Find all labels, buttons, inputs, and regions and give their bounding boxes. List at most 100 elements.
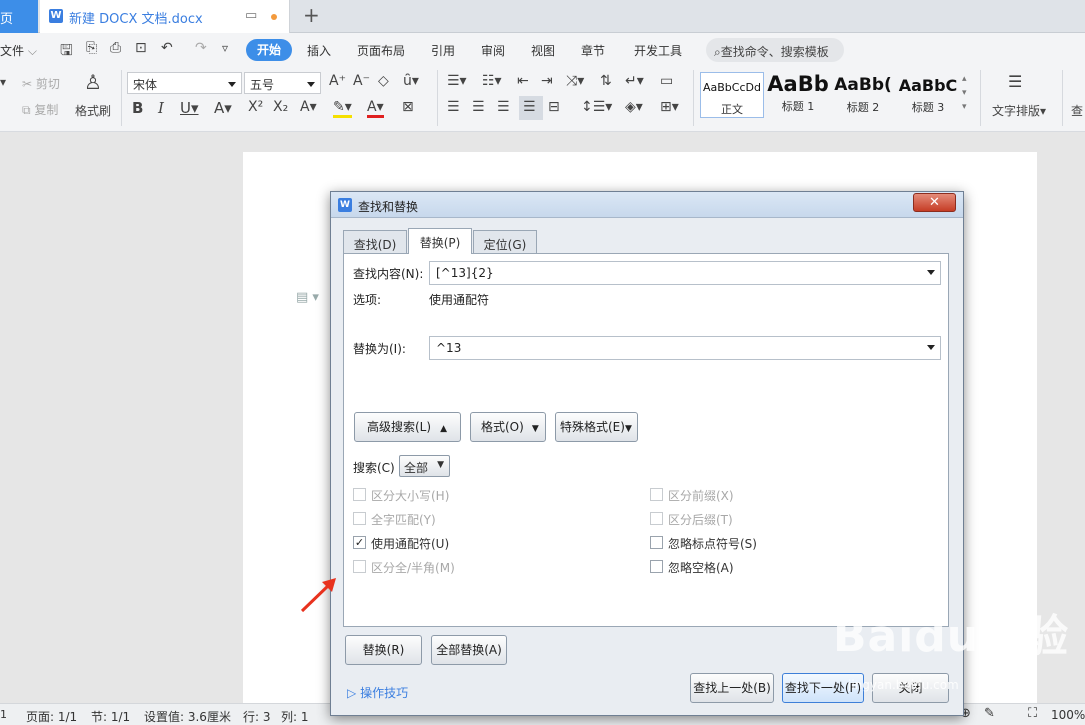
menu-review[interactable]: 审阅 [481, 42, 505, 59]
checkbox-use-wildcards[interactable]: ✓ 使用通配符(U) [353, 536, 553, 551]
pen-icon[interactable]: ✎ [984, 706, 995, 721]
search-scope-select[interactable]: 全部 ▼ [399, 455, 450, 477]
find-button[interactable]: 查 [1071, 102, 1083, 119]
checkbox-box[interactable] [353, 560, 366, 573]
strikethrough-icon[interactable]: A▾ [214, 99, 232, 117]
command-search[interactable]: ⌕查找命令、搜索模板 [706, 38, 844, 62]
checkbox-whole-word[interactable]: 全字匹配(Y) [353, 512, 553, 527]
line-spacing-icon[interactable]: ↕☰▾ [581, 99, 612, 115]
copy-button[interactable]: ⧉ 复制 [22, 101, 58, 118]
format-button[interactable]: 格式(O) ▼ [470, 412, 546, 442]
bold-icon[interactable]: B [132, 99, 143, 117]
text-effect-icon[interactable]: A▾ [300, 99, 317, 115]
format-painter-label[interactable]: 格式刷 [75, 102, 111, 119]
status-setting[interactable]: 设置值: 3.6厘米 [144, 708, 231, 725]
checkbox-box[interactable] [353, 512, 366, 525]
chinese-layout-icon[interactable]: ⤨▾ [566, 73, 584, 89]
find-previous-button[interactable]: 查找上一处(B) [690, 673, 774, 703]
advanced-search-button[interactable]: 高级搜索(L) ▲ [354, 412, 461, 442]
align-left-icon[interactable]: ☰ [447, 99, 460, 115]
tab-document[interactable]: W 新建 DOCX 文档.docx ▭ [40, 0, 290, 33]
tab-find[interactable]: 查找(D) [343, 230, 407, 254]
decrease-indent-icon[interactable]: ⇤ [517, 73, 529, 89]
subscript-icon[interactable]: X₂ [273, 99, 288, 115]
tab-home[interactable]: 页 [0, 0, 38, 33]
checkbox-match-suffix[interactable]: 区分后缀(T) [650, 512, 850, 527]
menu-developer[interactable]: 开发工具 [634, 42, 682, 59]
menu-view[interactable]: 视图 [531, 42, 555, 59]
checkbox-box[interactable] [650, 560, 663, 573]
menu-page-layout[interactable]: 页面布局 [357, 42, 405, 59]
checkbox-ignore-spaces[interactable]: 忽略空格(A) [650, 560, 850, 575]
checkbox-match-case[interactable]: 区分大小写(H) [353, 488, 553, 503]
justify-icon[interactable]: ☰ [519, 96, 543, 120]
replace-all-button[interactable]: 全部替换(A) [431, 635, 507, 665]
monitor-icon[interactable]: ▭ [245, 8, 257, 23]
undo-icon[interactable]: ↶ [161, 40, 173, 56]
status-page[interactable]: 页面: 1/1 [26, 708, 77, 725]
chevron-down-icon[interactable] [927, 270, 935, 275]
tab-replace[interactable]: 替换(P) [408, 228, 472, 254]
show-marks-icon[interactable]: ↵▾ [625, 73, 644, 89]
redo-icon[interactable]: ↷ [195, 40, 207, 56]
grow-font-icon[interactable]: A⁺ [329, 73, 346, 89]
text-layout-button[interactable]: 文字排版▾ [992, 102, 1046, 119]
font-size-select[interactable]: 五号 [244, 72, 321, 94]
zoom-level[interactable]: 100% [1051, 708, 1085, 722]
font-name-select[interactable]: 宋体 [127, 72, 242, 94]
style-heading-1[interactable]: AaBb 标题 1 [766, 72, 830, 118]
brush-icon[interactable]: ♙ [84, 70, 102, 94]
close-icon[interactable]: ✕ [913, 193, 956, 212]
phonetic-icon[interactable]: ȗ▾ [403, 73, 419, 89]
shrink-font-icon[interactable]: A⁻ [353, 73, 370, 89]
ruler-icon[interactable]: ▭ [660, 73, 673, 89]
tips-link[interactable]: ▷ 操作技巧 [347, 684, 408, 701]
italic-icon[interactable]: I [158, 99, 164, 117]
menu-insert[interactable]: 插入 [307, 42, 331, 59]
borders-icon[interactable]: ⊞▾ [660, 99, 679, 115]
paragraph-icon[interactable]: ▤ ▾ [296, 290, 319, 305]
clear-format-icon[interactable]: ◇ [378, 73, 389, 89]
find-input[interactable]: [^13]{2} [429, 261, 941, 285]
menu-chapter[interactable]: 章节 [581, 42, 605, 59]
align-center-icon[interactable]: ☰ [472, 99, 485, 115]
dialog-titlebar[interactable]: W 查找和替换 ✕ [331, 192, 963, 218]
align-right-icon[interactable]: ☰ [497, 99, 510, 115]
checkbox-box[interactable] [650, 512, 663, 525]
fit-page-icon[interactable]: ⛶ [1028, 706, 1037, 721]
print-icon[interactable]: ⎙ [110, 40, 121, 56]
style-heading-3[interactable]: AaBbC 标题 3 [896, 72, 960, 118]
special-format-button[interactable]: 特殊格式(E)▼ [555, 412, 638, 442]
cut-button[interactable]: ✂ 剪切 [22, 75, 60, 92]
checkbox-match-width[interactable]: 区分全/半角(M) [353, 560, 553, 575]
style-scroll-icon[interactable]: ▴ ▾ ▾ [962, 72, 967, 114]
checkbox-match-prefix[interactable]: 区分前缀(X) [650, 488, 850, 503]
checkbox-box[interactable] [353, 488, 366, 501]
shading-icon[interactable]: ◈▾ [625, 99, 643, 115]
export-icon[interactable]: ⎘ [86, 40, 97, 56]
superscript-icon[interactable]: X² [248, 99, 263, 115]
menu-file[interactable]: 文件 ⌵ [0, 42, 37, 59]
style-heading-2[interactable]: AaBb( 标题 2 [831, 72, 895, 118]
distributed-icon[interactable]: ⊟ [548, 99, 560, 115]
text-layout-icon[interactable]: ☰ [1008, 72, 1022, 91]
checkmark-icon[interactable]: ✓ [353, 536, 366, 549]
checkbox-box[interactable] [650, 536, 663, 549]
checkbox-box[interactable] [650, 488, 663, 501]
bullet-list-icon[interactable]: ☰▾ [447, 73, 467, 89]
checkbox-ignore-punctuation[interactable]: 忽略标点符号(S) [650, 536, 850, 551]
underline-icon[interactable]: U▾ [180, 99, 199, 117]
chevron-down-icon[interactable] [927, 345, 935, 350]
replace-input[interactable]: ^13 [429, 336, 941, 360]
tab-goto[interactable]: 定位(G) [473, 230, 537, 254]
font-color-icon[interactable]: A▾ [367, 99, 384, 118]
quick-access-dropdown-icon[interactable]: ▿ [222, 41, 228, 55]
numbered-list-icon[interactable]: ☷▾ [482, 73, 502, 89]
save-icon[interactable]: 🖫 [60, 40, 73, 65]
style-normal[interactable]: AaBbCcDd 正文 [700, 72, 764, 118]
menu-start[interactable]: 开始 [246, 39, 292, 61]
char-border-icon[interactable]: ⊠ [402, 99, 414, 115]
sort-icon[interactable]: ⇅ [600, 73, 612, 89]
paste-icon[interactable]: ▾ [0, 75, 6, 89]
print-preview-icon[interactable]: ⊡ [135, 40, 147, 56]
